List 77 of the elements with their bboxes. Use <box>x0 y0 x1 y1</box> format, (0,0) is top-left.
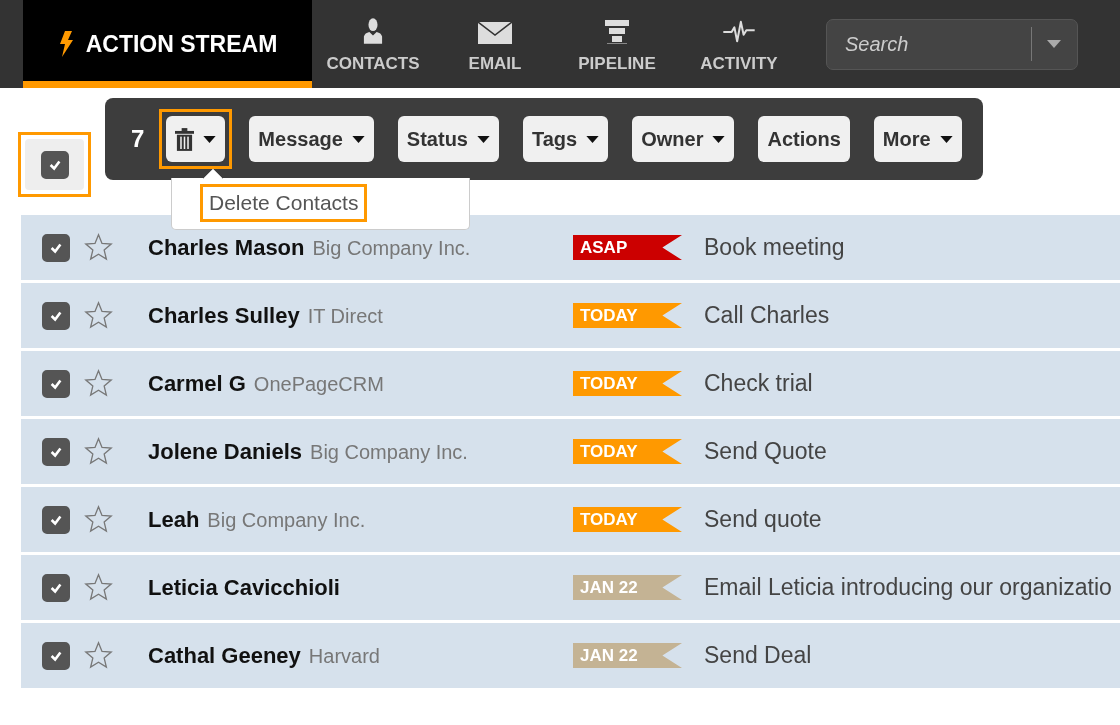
toolbar-button[interactable]: Status <box>397 116 499 162</box>
lightning-icon <box>57 31 74 57</box>
company-name: Big Company Inc. <box>310 440 468 463</box>
contact-row[interactable]: Cathal Geeney Harvard JAN 22 Send Deal <box>21 623 1120 688</box>
caret-icon <box>939 135 953 143</box>
row-checkbox[interactable] <box>42 301 70 330</box>
contact-name[interactable]: Leticia Cavicchioli <box>148 575 340 600</box>
company-name: Harvard <box>308 644 380 667</box>
search-field[interactable]: Search <box>826 19 1078 70</box>
envelope-icon <box>478 22 512 44</box>
next-action: Email Leticia introducing our organizatio <box>704 574 1112 601</box>
due-tag: TODAY <box>573 507 682 532</box>
nav-tab[interactable]: ACTION STREAM <box>23 0 312 88</box>
selected-count: 7 <box>131 125 145 153</box>
caret-icon <box>1047 40 1061 48</box>
person-icon <box>363 18 383 44</box>
toolbar-button[interactable]: Actions <box>758 116 850 162</box>
row-checkbox[interactable] <box>42 641 70 670</box>
contact-name[interactable]: Charles Sulley <box>148 303 300 328</box>
caret-icon <box>477 135 490 143</box>
pulse-icon <box>722 20 756 44</box>
row-checkbox[interactable] <box>42 505 70 534</box>
nav-tab[interactable]: ACTIVITY <box>678 0 800 88</box>
caret-icon <box>712 135 726 143</box>
menu-item[interactable]: Delete Contacts <box>200 184 368 222</box>
row-checkbox[interactable] <box>42 233 70 262</box>
contact-name[interactable]: Cathal Geeney <box>148 643 301 668</box>
contact-name[interactable]: Jolene Daniels <box>148 439 303 464</box>
row-checkbox[interactable] <box>42 437 70 466</box>
nav-tab[interactable]: EMAIL <box>434 0 556 88</box>
next-action: Send quote <box>704 506 822 533</box>
star-icon[interactable] <box>84 437 113 466</box>
due-tag: JAN 22 <box>573 643 682 668</box>
toolbar-button[interactable]: Owner <box>632 116 735 162</box>
next-action: Check trial <box>704 370 813 397</box>
contact-row[interactable]: Jolene Daniels Big Company Inc. TODAY Send Quote <box>21 419 1120 484</box>
row-checkbox[interactable] <box>42 369 70 398</box>
contact-row[interactable]: Carmel G OnePageCRM TODAY Check trial <box>21 351 1120 416</box>
contact-name[interactable]: Carmel G <box>148 371 246 396</box>
next-action: Call Charles <box>704 302 830 329</box>
contact-name[interactable]: Leah <box>148 507 200 532</box>
contact-row[interactable]: Charles Sulley IT Direct TODAY Call Charles <box>21 283 1120 348</box>
due-tag: TODAY <box>573 439 682 464</box>
delete-button[interactable] <box>166 116 226 162</box>
toolbar-button[interactable]: Message <box>249 116 374 162</box>
trash-icon <box>175 127 195 151</box>
row-checkbox[interactable] <box>42 573 70 602</box>
company-name: IT Direct <box>307 304 383 327</box>
contact-row[interactable]: Leticia Cavicchioli JAN 22 Email Leticia introducing our organizatio <box>21 555 1120 620</box>
due-tag: TODAY <box>573 371 682 396</box>
star-icon[interactable] <box>84 301 113 330</box>
next-action: Send Quote <box>704 438 827 465</box>
due-tag: JAN 22 <box>573 575 682 600</box>
star-icon[interactable] <box>84 233 113 262</box>
due-tag: TODAY <box>573 303 682 328</box>
star-icon[interactable] <box>84 369 113 398</box>
company-name: Big Company Inc. <box>207 508 366 531</box>
star-icon[interactable] <box>84 573 113 602</box>
nav-tab[interactable]: PIPELINE <box>556 0 678 88</box>
company-name: OnePageCRM <box>253 372 384 395</box>
company-name: Big Company Inc. <box>312 236 471 259</box>
next-action: Book meeting <box>704 234 845 261</box>
caret-icon <box>351 135 365 143</box>
contact-row[interactable]: Charles Mason Big Company Inc. ASAP Book meeting <box>21 215 1120 280</box>
funnel-icon <box>605 20 629 44</box>
contact-name[interactable]: Charles Mason <box>148 235 305 260</box>
nav-tab[interactable]: CONTACTS <box>312 0 434 88</box>
toolbar-button[interactable]: More <box>873 116 962 162</box>
select-all-checkbox[interactable] <box>25 139 84 190</box>
caret-icon <box>203 135 217 143</box>
contact-row[interactable]: Leah Big Company Inc. TODAY Send quote <box>21 487 1120 552</box>
star-icon[interactable] <box>84 641 113 670</box>
toolbar-button[interactable]: Tags <box>523 116 609 162</box>
caret-icon <box>586 135 600 143</box>
due-tag: ASAP <box>573 235 682 260</box>
next-action: Send Deal <box>704 642 812 669</box>
star-icon[interactable] <box>84 505 113 534</box>
